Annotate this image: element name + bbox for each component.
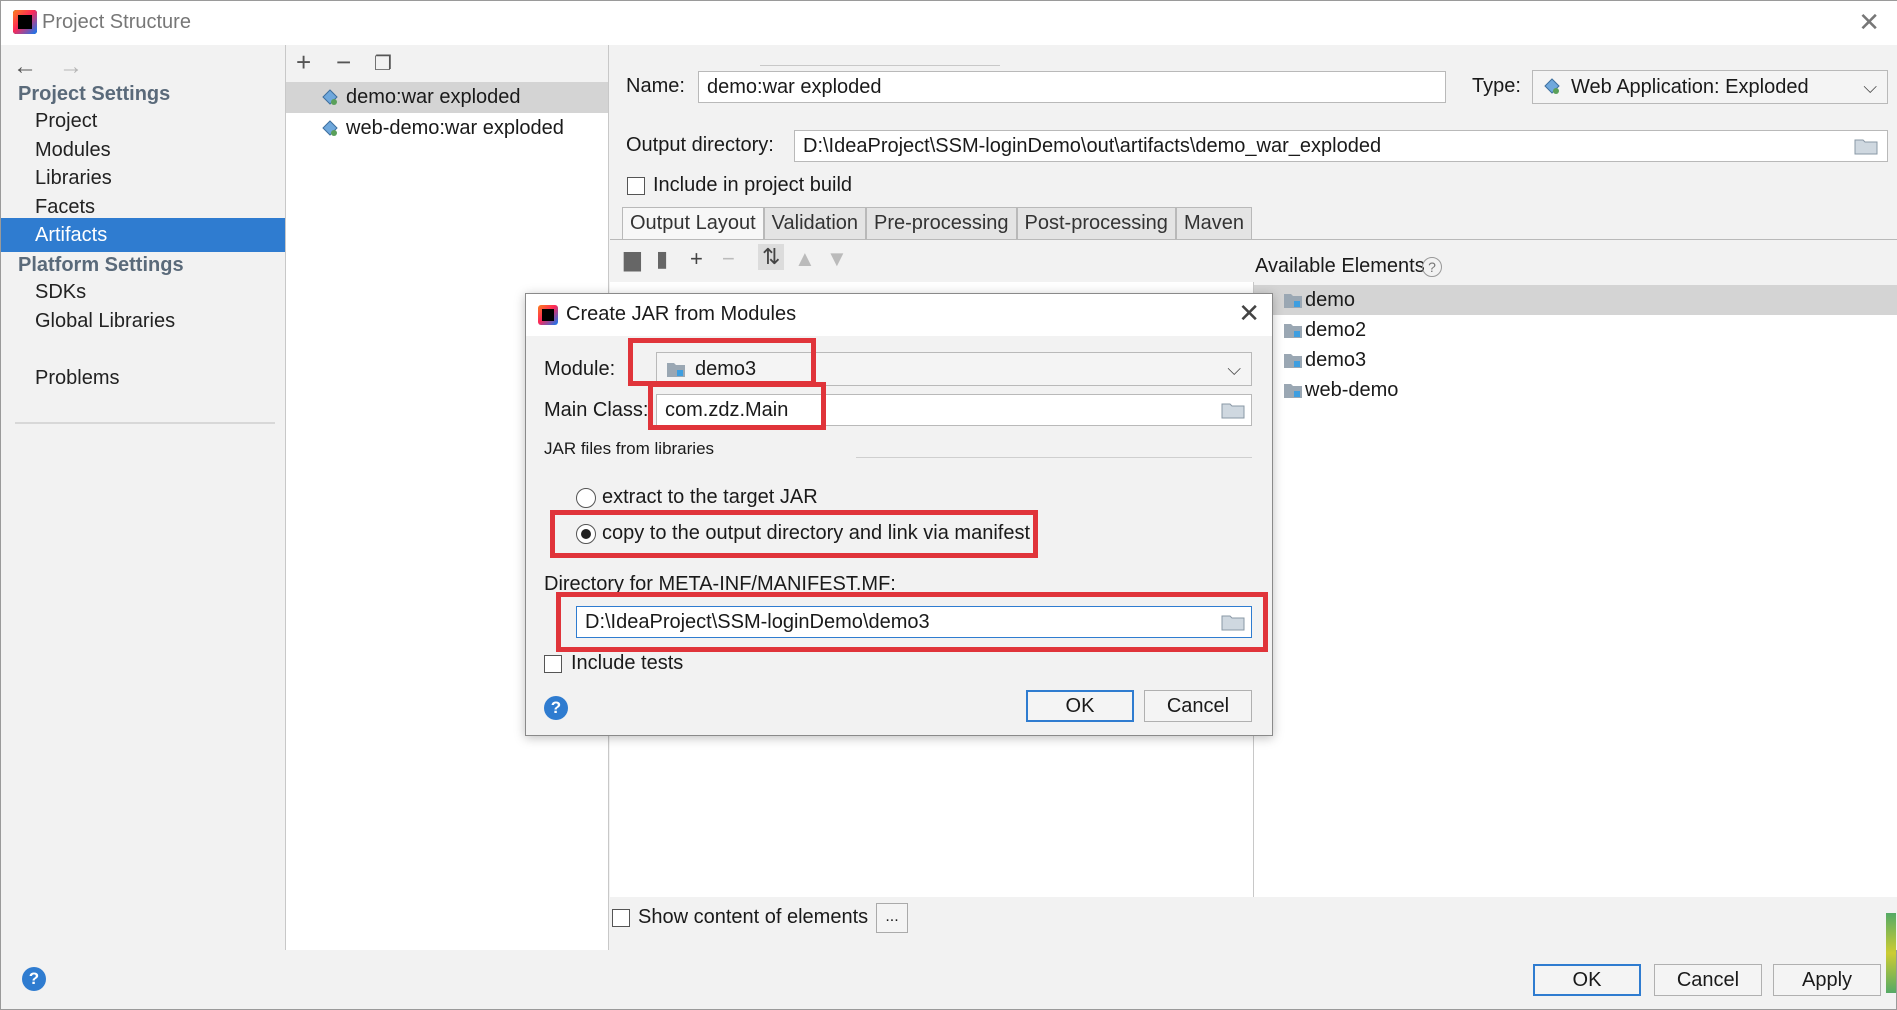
highlight-module [628,338,816,386]
forward-arrow-icon[interactable]: → [59,53,83,80]
layout-toolbar: ▆ ▮ + − ⇅ ▲ ▼ [610,240,1254,282]
dialog-help-icon[interactable]: ? [544,696,568,720]
artifact-row-demo[interactable]: demo:war exploded [286,82,608,113]
main-class-label: Main Class: [544,399,649,421]
ok-button[interactable]: OK [1533,964,1641,996]
web-artifact-icon [322,120,338,136]
module-folder-icon [1284,324,1302,338]
settings-nav: ← → Project Settings Project Modules Libr… [1,45,286,991]
layout-bottom-bar: Show content of elements ... [610,897,1897,950]
highlight-main-class [648,382,826,430]
extract-radio[interactable] [576,488,596,508]
output-directory-label: Output directory: [626,134,774,156]
module-folder-icon [1284,384,1302,398]
artifact-label: web-demo:war exploded [346,117,564,139]
cancel-button[interactable]: Cancel [1654,964,1762,996]
nav-arrows: ← → [13,53,105,81]
dialog-ok-button[interactable]: OK [1026,690,1134,722]
nav-divider [15,422,275,424]
artifact-label: demo:war exploded [346,86,521,108]
create-jar-dialog: Create JAR from Modules ✕ Module: demo3 … [525,293,1273,736]
extract-radio-label: extract to the target JAR [602,486,818,508]
artifact-tabs: Output Layout Validation Pre-processing … [622,207,1252,239]
group-separator [856,457,1252,458]
tab-pre-processing[interactable]: Pre-processing [866,207,1017,239]
module-folder-icon [1284,354,1302,368]
intellij-logo-icon [13,10,37,34]
add-icon[interactable]: + [296,47,311,78]
remove-icon[interactable]: − [722,246,735,272]
jar-files-label: JAR files from libraries [544,439,715,458]
available-elements-title: Available Elements [1255,255,1425,277]
close-icon[interactable]: ✕ [1858,7,1880,38]
nav-item-global-libraries[interactable]: Global Libraries [1,304,285,338]
module-label: Module: [544,358,616,380]
project-structure-window: Project Structure ✕ ← → Project Settings … [0,0,1897,1010]
chevron-down-icon: ⌵ [1227,359,1241,379]
folder-icon[interactable] [1854,137,1878,155]
new-folder-icon[interactable]: ▆ [624,246,641,272]
available-item-demo3[interactable]: demo3 [1254,345,1897,375]
available-item-web-demo[interactable]: web-demo [1254,375,1897,405]
question-icon[interactable]: ? [1422,257,1442,277]
chevron-down-icon: ⌵ [1863,77,1877,97]
available-item-label: web-demo [1305,379,1399,401]
tab-maven[interactable]: Maven [1175,207,1252,239]
section-platform-settings: Platform Settings [18,254,184,276]
apply-button[interactable]: Apply [1773,964,1881,996]
dialog-title: Create JAR from Modules [566,303,797,325]
section-project-settings: Project Settings [18,83,171,105]
available-elements-tree: demo demo2 demo3 web-demo [1254,285,1897,940]
help-icon[interactable]: ? [22,967,46,991]
more-options-button[interactable]: ... [876,903,908,933]
name-field[interactable]: demo:war exploded [698,71,1446,103]
scroll-hint-line [760,65,1000,66]
available-item-label: demo2 [1305,319,1367,341]
archive-icon[interactable]: ▮ [656,246,668,272]
available-item-demo[interactable]: demo [1254,285,1897,315]
include-in-build-checkbox[interactable] [627,177,645,195]
web-artifact-icon [322,89,338,105]
memory-indicator [1886,913,1896,993]
artifact-toolbar: + − ❐ [286,45,608,83]
move-up-icon[interactable]: ▲ [794,246,816,272]
intellij-logo-icon [538,305,558,325]
nav-item-artifacts[interactable]: Artifacts [1,218,285,252]
back-arrow-icon[interactable]: ← [13,53,37,80]
name-label: Name: [626,75,685,97]
include-tests-checkbox[interactable] [544,655,562,673]
folder-icon[interactable] [1221,401,1245,419]
title-bar: Project Structure ✕ [1,1,1897,45]
type-label: Type: [1472,75,1521,97]
show-content-label: Show content of elements [638,906,869,928]
module-folder-icon [1284,294,1302,308]
dialog-close-icon[interactable]: ✕ [1238,298,1260,329]
show-content-checkbox[interactable] [612,909,630,927]
dialog-cancel-button[interactable]: Cancel [1144,690,1252,722]
remove-icon[interactable]: − [336,47,351,78]
tab-post-processing[interactable]: Post-processing [1016,207,1176,239]
type-dropdown[interactable]: Web Application: Exploded ⌵ [1532,70,1888,104]
available-item-demo2[interactable]: demo2 [1254,315,1897,345]
type-value: Web Application: Exploded [1571,76,1809,98]
available-item-label: demo3 [1305,349,1367,371]
include-in-build-label: Include in project build [653,174,853,196]
web-artifact-icon [1544,78,1560,94]
window-title: Project Structure [42,11,191,33]
sort-icon[interactable]: ⇅ [758,244,785,270]
dialog-title-bar: Create JAR from Modules ✕ [526,294,1272,336]
tab-validation[interactable]: Validation [763,207,867,239]
include-tests-label: Include tests [571,652,684,674]
add-dropdown-icon[interactable]: + [690,246,703,272]
artifact-row-web-demo[interactable]: web-demo:war exploded [286,113,608,144]
highlight-manifest [556,592,1268,652]
nav-item-problems[interactable]: Problems [1,361,285,395]
copy-icon[interactable]: ❐ [374,51,392,76]
output-directory-field[interactable]: D:\IdeaProject\SSM-loginDemo\out\artifac… [794,130,1888,162]
move-down-icon[interactable]: ▼ [826,246,848,272]
highlight-copy-radio [550,510,1038,558]
tab-output-layout[interactable]: Output Layout [622,207,764,239]
available-item-label: demo [1305,289,1356,311]
